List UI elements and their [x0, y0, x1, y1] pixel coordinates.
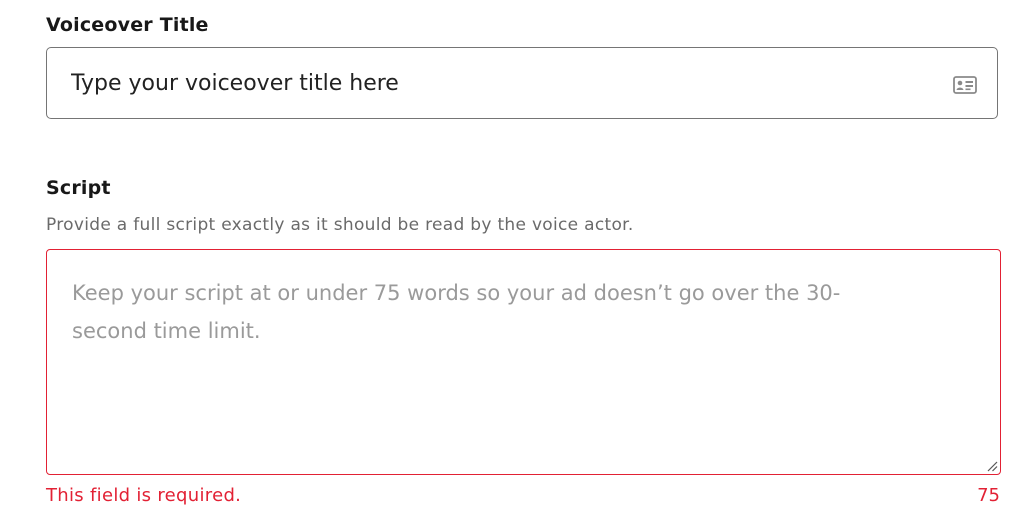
word-counter: 75	[977, 485, 1000, 506]
script-help-text: Provide a full script exactly as it shou…	[46, 215, 634, 235]
script-textarea[interactable]	[47, 250, 1000, 474]
contact-card-icon	[953, 76, 977, 94]
script-field[interactable]	[46, 249, 1001, 475]
voiceover-title-label: Voiceover Title	[46, 14, 209, 36]
script-error-message: This field is required.	[46, 485, 242, 506]
voiceover-title-field[interactable]	[46, 47, 998, 119]
script-label: Script	[46, 177, 111, 199]
voiceover-title-input[interactable]	[47, 48, 927, 118]
resize-handle-icon[interactable]	[986, 460, 998, 472]
voiceover-form: Voiceover Title Script Provide a full sc…	[0, 0, 1024, 527]
